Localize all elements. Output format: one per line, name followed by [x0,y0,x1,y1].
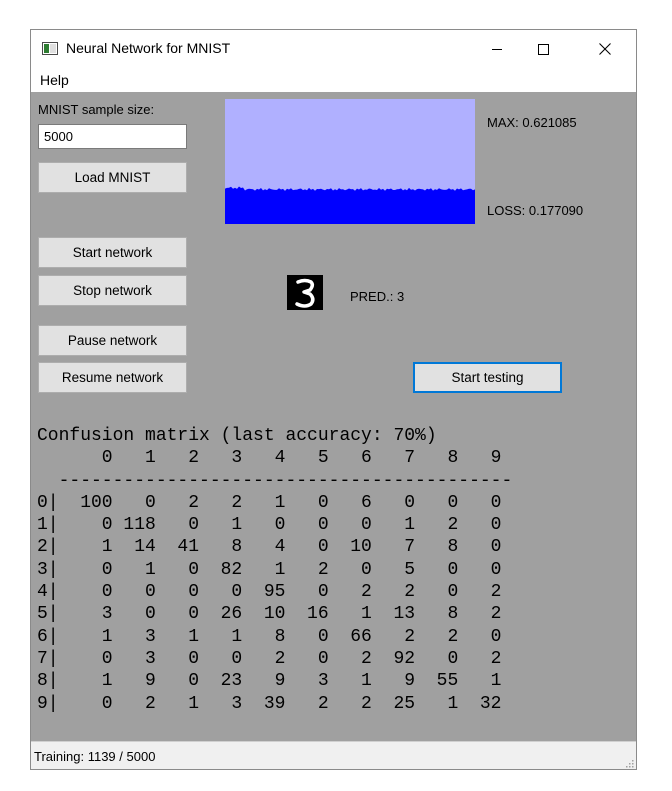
max-label: MAX: 0.621085 [487,115,577,130]
start-testing-button[interactable]: Start testing [413,362,562,393]
maximize-button[interactable] [520,30,566,68]
matrix-title: Confusion matrix (last accuracy: 70%) [37,426,437,446]
sample-size-label: MNIST sample size: [38,102,155,117]
menu-bar: Help [31,68,636,92]
app-window: Neural Network for MNIST Help MNIST samp… [30,29,637,770]
digit-glyph [295,278,315,308]
minimize-icon [492,49,502,50]
window-title: Neural Network for MNIST [66,40,231,56]
loss-graph-canvas [225,99,475,224]
loss-graph [225,99,475,224]
start-network-button[interactable]: Start network [38,237,187,268]
prediction-label: PRED.: 3 [350,289,405,304]
status-bar: Training: 1139 / 5000 [31,741,636,769]
loss-area [225,186,475,224]
resize-grip-icon[interactable] [624,758,634,768]
sample-size-input[interactable]: 5000 [38,124,187,149]
app-icon [42,42,58,55]
close-icon [599,43,611,55]
minimize-button[interactable] [474,30,520,68]
close-button[interactable] [582,30,628,68]
digit-image [287,275,323,310]
loss-label: LOSS: 0.177090 [487,203,584,218]
confusion-matrix: Confusion matrix (last accuracy: 70%) 0 … [37,425,512,715]
status-text: Training: 1139 / 5000 [34,749,156,764]
stop-network-button[interactable]: Stop network [38,275,187,306]
matrix-table: 0 1 2 3 4 5 6 7 8 9 --------------------… [37,448,513,714]
maximize-icon [537,43,549,55]
resume-network-button[interactable]: Resume network [38,362,187,393]
menu-item-help[interactable]: Help [40,72,69,88]
title-bar[interactable]: Neural Network for MNIST [31,30,636,68]
load-mnist-button[interactable]: Load MNIST [38,162,187,193]
pause-network-button[interactable]: Pause network [38,325,187,356]
